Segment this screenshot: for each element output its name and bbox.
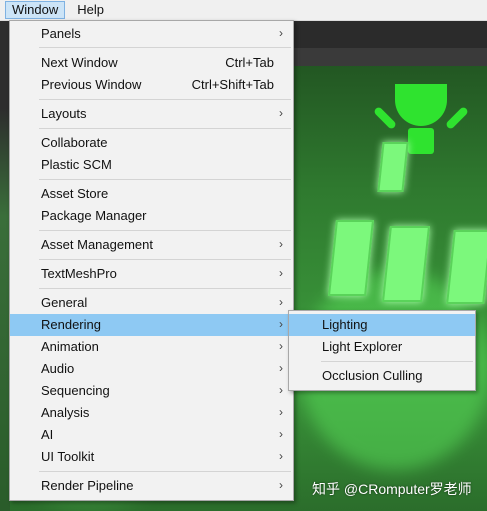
chevron-right-icon: ›: [279, 427, 283, 441]
menu-item-label: Light Explorer: [322, 339, 403, 354]
chevron-right-icon: ›: [279, 383, 283, 397]
window-menu-dropdown: Panels › Next Window Ctrl+Tab Previous W…: [9, 20, 294, 501]
menu-item-ui-toolkit[interactable]: UI Toolkit ›: [10, 446, 293, 468]
menu-window[interactable]: Window: [5, 1, 66, 19]
menu-item-label: Animation: [41, 339, 99, 354]
menu-item-label: Sequencing: [41, 383, 110, 398]
chevron-right-icon: ›: [279, 26, 283, 40]
menu-separator: [321, 361, 473, 362]
menu-item-label: Previous Window: [41, 77, 142, 92]
menu-separator: [39, 230, 291, 231]
menu-item-asset-store[interactable]: Asset Store: [10, 183, 293, 205]
chevron-right-icon: ›: [279, 295, 283, 309]
chevron-right-icon: ›: [279, 266, 283, 280]
chevron-right-icon: ›: [279, 449, 283, 463]
menu-separator: [39, 128, 291, 129]
menu-item-rendering[interactable]: Rendering ›: [10, 314, 293, 336]
watermark-text: 知乎 @CRomputer罗老师: [312, 481, 472, 497]
scene-stripe: [382, 226, 430, 302]
menu-separator: [39, 179, 291, 180]
menu-item-animation[interactable]: Animation ›: [10, 336, 293, 358]
menu-item-panels[interactable]: Panels ›: [10, 23, 293, 45]
menu-item-layouts[interactable]: Layouts ›: [10, 103, 293, 125]
submenu-item-light-explorer[interactable]: Light Explorer: [289, 336, 475, 358]
menu-item-label: Package Manager: [41, 208, 147, 223]
menu-item-label: Lighting: [322, 317, 368, 332]
menu-item-label: Next Window: [41, 55, 118, 70]
submenu-item-occlusion-culling[interactable]: Occlusion Culling: [289, 365, 475, 387]
menu-separator: [39, 47, 291, 48]
submenu-item-lighting[interactable]: Lighting: [289, 314, 475, 336]
menu-item-analysis[interactable]: Analysis ›: [10, 402, 293, 424]
menu-item-label: Plastic SCM: [41, 157, 112, 172]
menu-bar: Window Help: [0, 0, 487, 21]
menu-item-shortcut: Ctrl+Tab: [225, 55, 274, 70]
menu-item-collaborate[interactable]: Collaborate: [10, 132, 293, 154]
menu-item-label: Asset Store: [41, 186, 109, 201]
menu-separator: [39, 99, 291, 100]
menu-item-label: Collaborate: [41, 135, 108, 150]
menu-separator: [39, 288, 291, 289]
menu-separator: [39, 471, 291, 472]
menu-item-label: Render Pipeline: [41, 478, 134, 493]
chevron-right-icon: ›: [279, 405, 283, 419]
rendering-submenu: Lighting Light Explorer Occlusion Cullin…: [288, 310, 476, 391]
scene-stripe: [446, 230, 487, 304]
menu-item-general[interactable]: General ›: [10, 292, 293, 314]
menu-item-label: Analysis: [41, 405, 90, 420]
menu-item-textmeshpro[interactable]: TextMeshPro ›: [10, 263, 293, 285]
light-bulb-base: [408, 128, 434, 154]
menu-item-ai[interactable]: AI ›: [10, 424, 293, 446]
menu-item-label: Rendering: [41, 317, 101, 332]
chevron-right-icon: ›: [279, 317, 283, 331]
chevron-right-icon: ›: [279, 237, 283, 251]
menu-item-next-window[interactable]: Next Window Ctrl+Tab: [10, 52, 293, 74]
menu-item-asset-management[interactable]: Asset Management ›: [10, 234, 293, 256]
chevron-right-icon: ›: [279, 478, 283, 492]
chevron-right-icon: ›: [279, 339, 283, 353]
menu-item-label: Audio: [41, 361, 75, 376]
menu-separator: [39, 259, 291, 260]
menu-help[interactable]: Help: [71, 1, 110, 19]
menu-item-label: UI Toolkit: [41, 449, 95, 464]
menu-item-label: Occlusion Culling: [322, 368, 423, 383]
scene-toolbar-secondary: [292, 48, 487, 66]
menu-item-label: Asset Management: [41, 237, 154, 252]
scene-stripe: [377, 142, 409, 192]
menu-item-previous-window[interactable]: Previous Window Ctrl+Shift+Tab: [10, 74, 293, 96]
menu-item-package-manager[interactable]: Package Manager: [10, 205, 293, 227]
menu-item-label: Layouts: [41, 106, 87, 121]
scene-stripe: [328, 220, 374, 296]
menu-item-shortcut: Ctrl+Shift+Tab: [191, 77, 274, 92]
menu-item-label: General: [41, 295, 88, 310]
menu-item-sequencing[interactable]: Sequencing ›: [10, 380, 293, 402]
scene-toolbar: [292, 20, 487, 48]
menu-item-label: TextMeshPro: [41, 266, 117, 281]
menu-item-plastic-scm[interactable]: Plastic SCM: [10, 154, 293, 176]
menu-item-render-pipeline[interactable]: Render Pipeline ›: [10, 475, 293, 497]
chevron-right-icon: ›: [279, 361, 283, 375]
chevron-right-icon: ›: [279, 106, 283, 120]
menu-item-label: AI: [41, 427, 54, 442]
menu-item-audio[interactable]: Audio ›: [10, 358, 293, 380]
menu-item-label: Panels: [41, 26, 81, 41]
